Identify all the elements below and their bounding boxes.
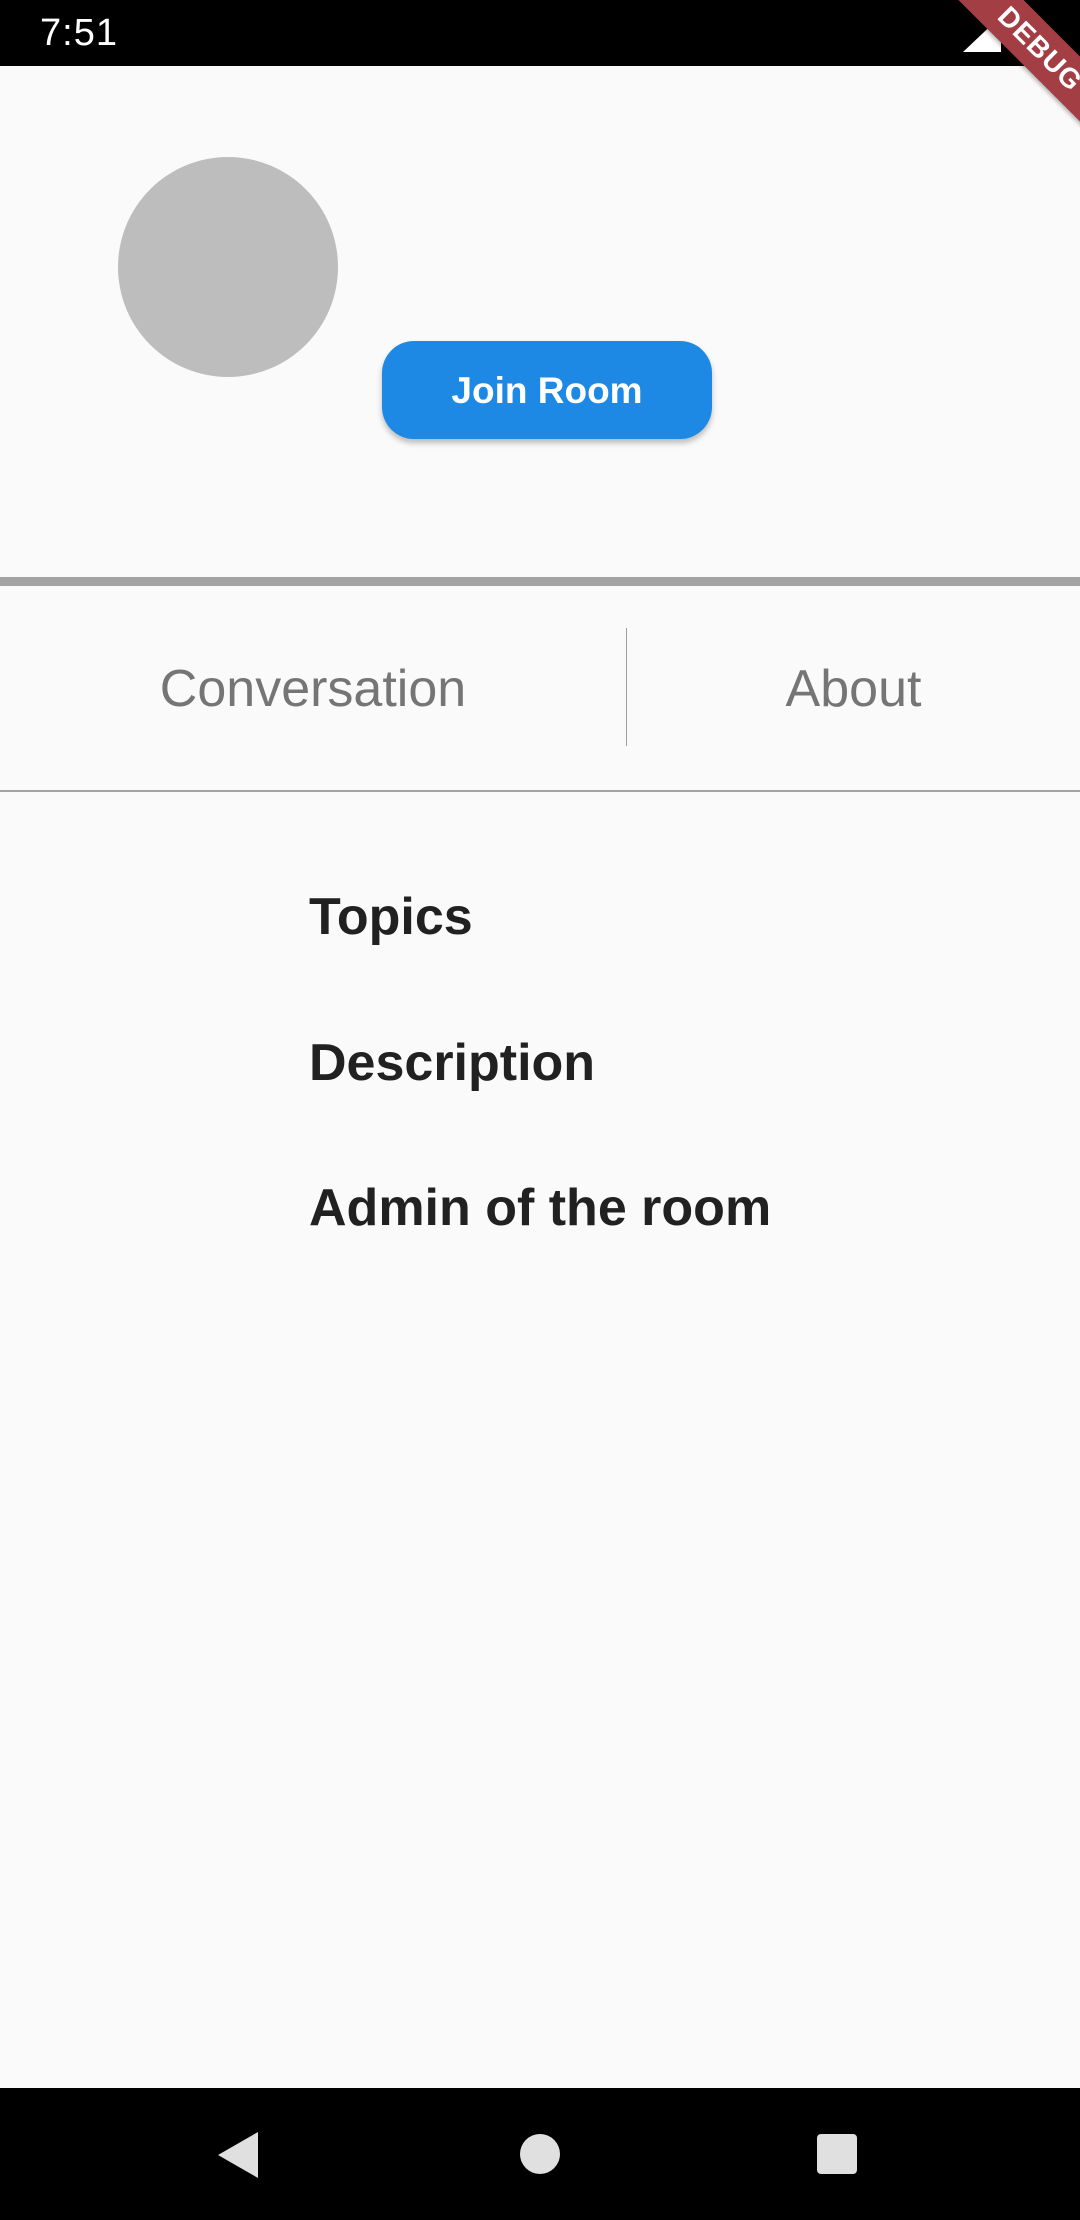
header-divider (0, 577, 1080, 586)
room-avatar (118, 157, 338, 377)
tab-bar: Conversation About (0, 586, 1080, 791)
recents-square-icon[interactable] (817, 2134, 857, 2174)
system-nav-bar (0, 2088, 1080, 2220)
signal-icon (963, 16, 1001, 52)
status-bar: 7:51 (0, 0, 1080, 66)
description-heading: Description (309, 1034, 596, 1092)
tab-divider (0, 790, 1080, 792)
admin-heading: Admin of the room (309, 1179, 772, 1237)
battery-icon (1016, 12, 1038, 54)
back-triangle-icon[interactable] (218, 2132, 258, 2178)
home-circle-icon[interactable] (520, 2134, 560, 2174)
status-time: 7:51 (40, 12, 118, 54)
topics-heading: Topics (309, 888, 473, 946)
tab-about[interactable]: About (627, 586, 1080, 791)
join-room-button[interactable]: Join Room (382, 341, 712, 439)
tab-conversation[interactable]: Conversation (0, 586, 626, 791)
